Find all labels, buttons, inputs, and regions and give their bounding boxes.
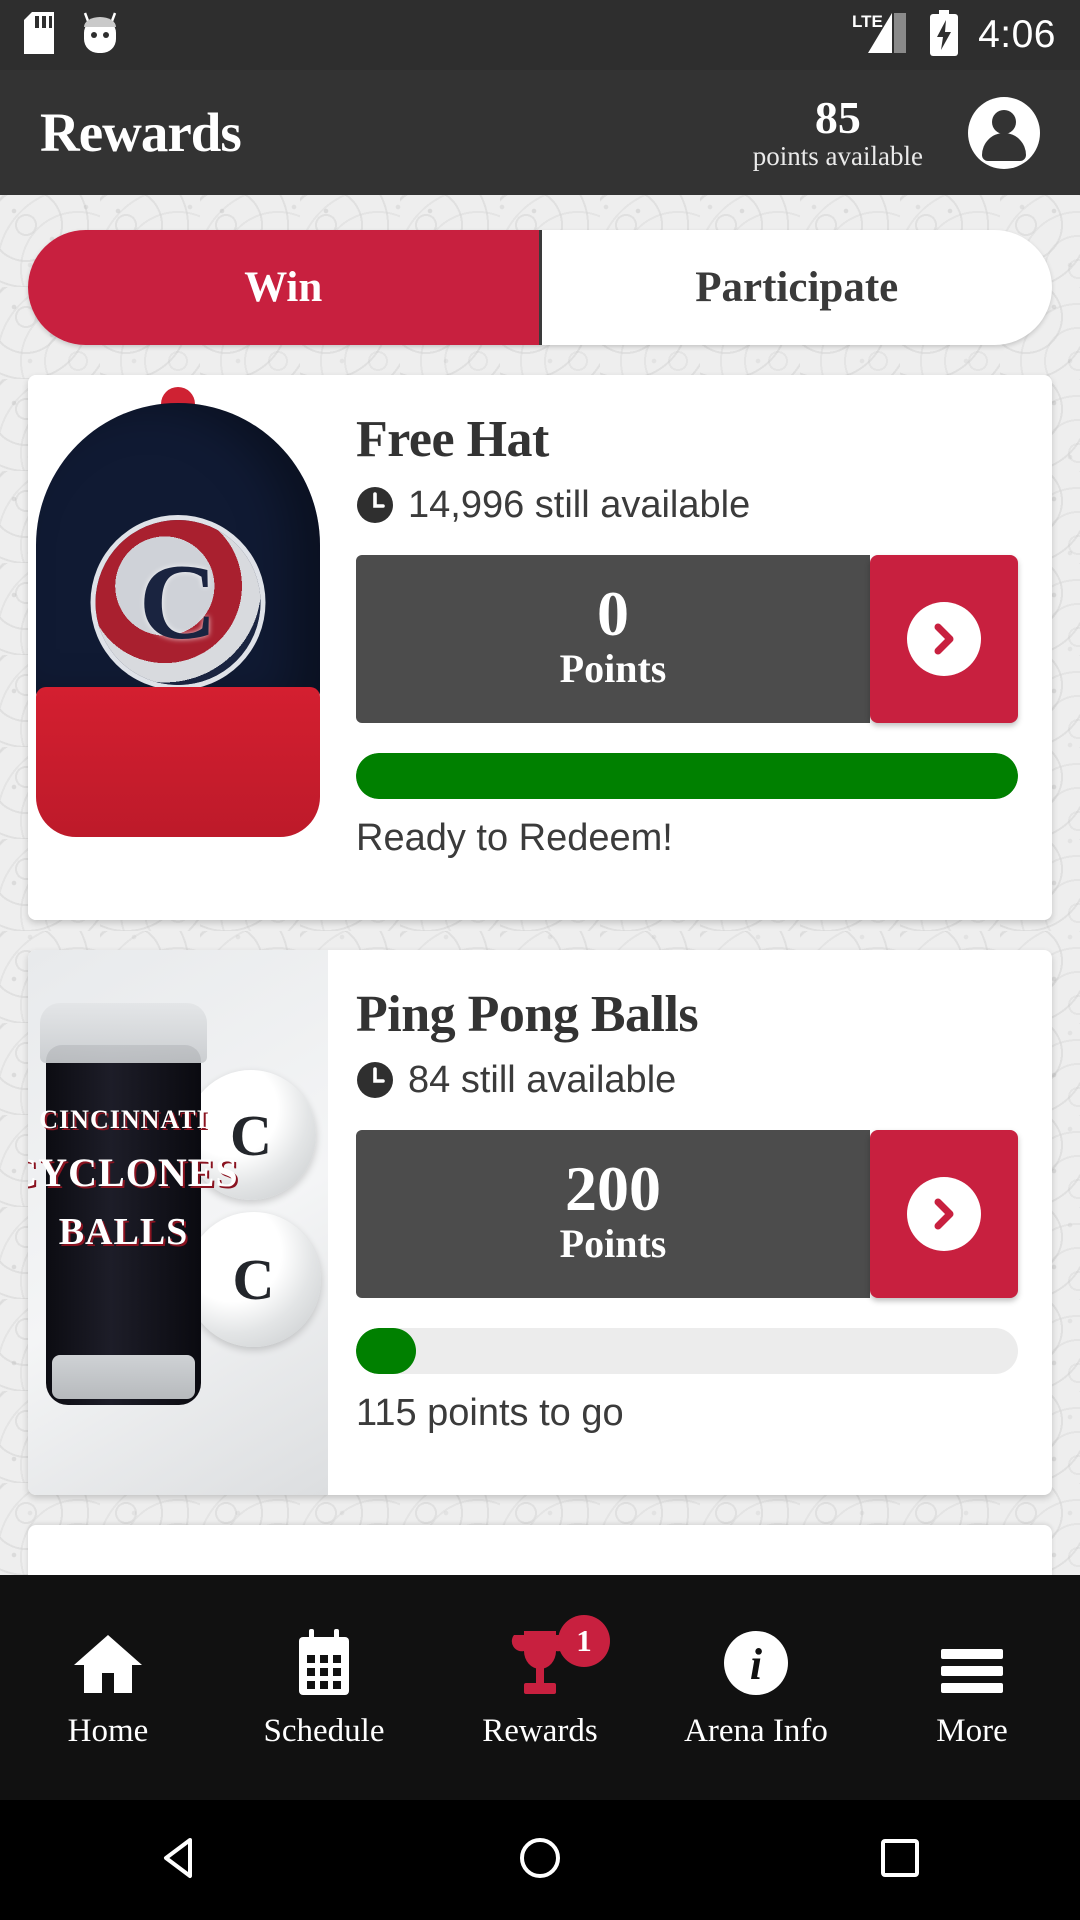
reward-card[interactable]: Free Hat 14,996 still available 0 Points bbox=[28, 375, 1052, 920]
ping-pong-tube-text: CINCINNATI CYCLONES BALLS bbox=[28, 1105, 238, 1254]
points-available-block[interactable]: 85 points available bbox=[752, 92, 968, 172]
reward-progress-fill bbox=[356, 752, 1018, 799]
next-reward-card-peek[interactable] bbox=[28, 1525, 1052, 1575]
sd-card-icon bbox=[24, 11, 54, 59]
reward-redeem-button[interactable] bbox=[870, 1129, 1018, 1298]
cyclones-logo-icon bbox=[95, 520, 261, 685]
svg-text:LTE: LTE bbox=[852, 12, 883, 31]
nav-label-home: Home bbox=[67, 1713, 149, 1749]
clock-icon bbox=[356, 1061, 394, 1099]
scroll-content[interactable]: Win Participate Free Hat 14,996 st bbox=[0, 195, 1080, 1575]
tube-text-line-1: CINCINNATI bbox=[39, 1105, 208, 1134]
clock-time: 4:06 bbox=[978, 13, 1056, 56]
lte-signal-icon: LTE bbox=[850, 9, 910, 62]
nav-label-more: More bbox=[936, 1713, 1008, 1749]
status-bar-left bbox=[24, 11, 120, 60]
reward-title: Ping Pong Balls bbox=[356, 986, 699, 1043]
home-icon bbox=[72, 1625, 144, 1697]
clock-icon bbox=[356, 486, 394, 524]
tab-bar: Win Participate bbox=[28, 230, 1052, 345]
reward-image-ping-pong-balls: CINCINNATI CYCLONES BALLS bbox=[28, 950, 328, 1495]
reward-availability-text: 14,996 still available bbox=[408, 483, 751, 526]
points-available-value: 85 bbox=[814, 92, 861, 144]
calendar-icon bbox=[295, 1625, 353, 1697]
reward-points-value: 0 bbox=[597, 577, 629, 649]
trophy-icon: 1 bbox=[504, 1615, 610, 1697]
hat-brim-detail bbox=[36, 687, 320, 837]
reward-card-body: Free Hat 14,996 still available 0 Points bbox=[328, 375, 1052, 920]
back-button[interactable] bbox=[154, 1832, 206, 1889]
bottom-navigation-bar: Home Schedule 1 Rewards i Arena Info Mor… bbox=[0, 1575, 1080, 1800]
account-avatar-icon[interactable] bbox=[968, 96, 1040, 169]
nav-label-rewards: Rewards bbox=[482, 1713, 598, 1749]
tube-text-line-3: BALLS bbox=[58, 1211, 189, 1253]
android-bugdroid-icon bbox=[80, 11, 120, 60]
reward-points-word: Points bbox=[559, 1220, 667, 1266]
nav-item-home[interactable]: Home bbox=[0, 1625, 216, 1750]
chevron-right-icon bbox=[907, 601, 981, 676]
chevron-right-icon bbox=[907, 1176, 981, 1251]
battery-charging-icon bbox=[928, 9, 960, 61]
cyclones-ping-pong-balls-image: CINCINNATI CYCLONES BALLS bbox=[28, 950, 328, 1495]
reward-image-free-hat bbox=[28, 375, 328, 920]
reward-progress-label: Ready to Redeem! bbox=[356, 816, 673, 859]
reward-points-row[interactable]: 200 Points bbox=[356, 1129, 1018, 1298]
nav-label-schedule: Schedule bbox=[263, 1713, 385, 1749]
reward-progress-track bbox=[356, 1327, 1018, 1374]
home-button[interactable] bbox=[514, 1832, 566, 1889]
tab-participate[interactable]: Participate bbox=[538, 230, 1053, 345]
tube-text-line-2: CYCLONES bbox=[28, 1150, 239, 1195]
points-available-label: points available bbox=[752, 141, 923, 172]
reward-points-value: 200 bbox=[565, 1152, 661, 1224]
reward-card-body: Ping Pong Balls 84 still available 200 P… bbox=[328, 950, 1052, 1495]
ping-pong-tube-detail: CINCINNATI CYCLONES BALLS bbox=[28, 1003, 238, 1405]
ping-pong-ball-detail bbox=[186, 1212, 321, 1347]
reward-points-word: Points bbox=[559, 645, 667, 691]
nav-item-schedule[interactable]: Schedule bbox=[216, 1625, 432, 1750]
recents-button[interactable] bbox=[874, 1832, 926, 1889]
reward-availability-text: 84 still available bbox=[408, 1058, 677, 1101]
status-bar-right: LTE 4:06 bbox=[850, 9, 1056, 62]
rewards-badge-count: 1 bbox=[558, 1615, 610, 1667]
reward-points-row[interactable]: 0 Points bbox=[356, 554, 1018, 723]
tab-win[interactable]: Win bbox=[28, 230, 539, 345]
reward-availability-row: 14,996 still available bbox=[356, 484, 1018, 527]
reward-title: Free Hat bbox=[356, 411, 549, 468]
status-bar: LTE 4:06 bbox=[0, 0, 1080, 70]
nav-item-rewards[interactable]: 1 Rewards bbox=[432, 1615, 648, 1750]
reward-progress-fill bbox=[356, 1327, 416, 1374]
reward-points-box: 200 Points bbox=[356, 1129, 870, 1298]
page-title: Rewards bbox=[40, 102, 242, 163]
svg-text:i: i bbox=[750, 1640, 763, 1689]
hamburger-menu-icon bbox=[939, 1625, 1005, 1697]
app-header: Rewards 85 points available bbox=[0, 70, 1080, 195]
android-system-navigation bbox=[0, 1800, 1080, 1920]
reward-progress-label: 115 points to go bbox=[356, 1391, 624, 1434]
reward-card[interactable]: CINCINNATI CYCLONES BALLS Ping Pong Ball… bbox=[28, 950, 1052, 1495]
cyclones-baseball-hat-image bbox=[28, 375, 328, 920]
reward-points-box: 0 Points bbox=[356, 554, 870, 723]
reward-redeem-button[interactable] bbox=[870, 554, 1018, 723]
info-icon: i bbox=[722, 1625, 790, 1697]
reward-availability-row: 84 still available bbox=[356, 1059, 1018, 1102]
nav-item-more[interactable]: More bbox=[864, 1625, 1080, 1750]
nav-item-arena-info[interactable]: i Arena Info bbox=[648, 1625, 864, 1750]
nav-label-arena-info: Arena Info bbox=[684, 1713, 828, 1749]
reward-progress-track bbox=[356, 752, 1018, 799]
